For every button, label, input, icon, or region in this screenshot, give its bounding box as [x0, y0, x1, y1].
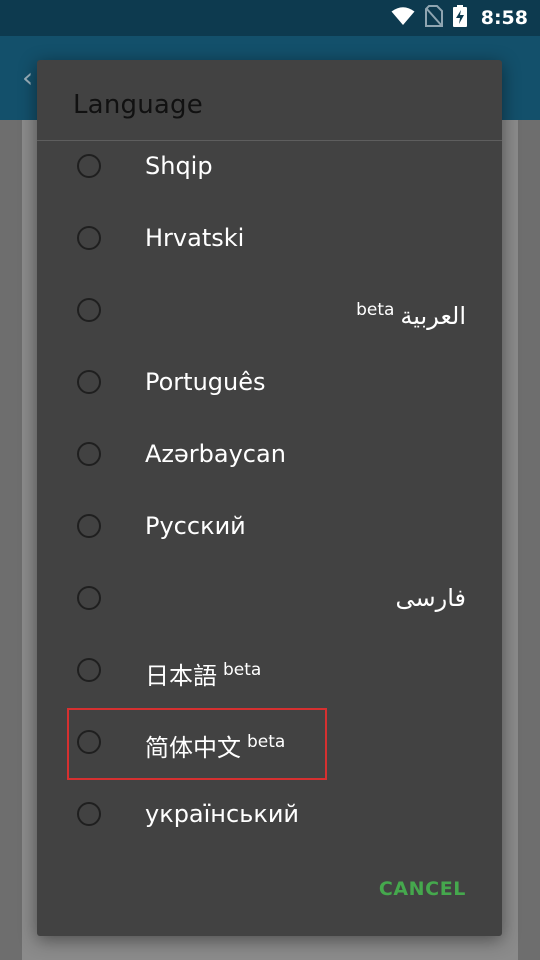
status-bar: 8:58 [0, 0, 540, 36]
radio-button[interactable] [77, 154, 101, 178]
language-option-label: 简体中文 beta [145, 732, 286, 762]
language-option-azerbaycan[interactable]: Azərbaycan [37, 420, 502, 492]
cancel-button[interactable]: CANCEL [379, 878, 466, 900]
wifi-icon [391, 6, 415, 30]
language-option-arabic[interactable]: beta العربية [37, 276, 502, 348]
radio-button[interactable] [77, 370, 101, 394]
radio-button[interactable] [77, 298, 101, 322]
language-options-list[interactable]: Shqip Hrvatski beta العربية Português Azə… [37, 132, 502, 852]
language-option-label: український [145, 800, 300, 828]
language-option-japanese[interactable]: 日本語 beta [37, 636, 502, 708]
language-option-russian[interactable]: Русский [37, 492, 502, 564]
language-option-farsi[interactable]: فارسی [37, 564, 502, 636]
dialog-title: Language [73, 90, 203, 120]
status-time: 8:58 [480, 7, 528, 29]
radio-button[interactable] [77, 586, 101, 610]
language-option-ukrainian[interactable]: український [37, 780, 502, 852]
language-option-label: Português [145, 368, 266, 396]
no-sim-icon [424, 5, 443, 31]
radio-button[interactable] [77, 514, 101, 538]
beta-tag: beta [223, 660, 262, 680]
battery-charging-icon [452, 5, 467, 31]
language-option-label: beta العربية [356, 300, 466, 330]
language-option-label: Azərbaycan [145, 440, 286, 468]
language-option-label: Shqip [145, 152, 213, 180]
language-option-label: 日本語 beta [145, 660, 262, 690]
language-dialog: Language Shqip Hrvatski beta العربية Port… [37, 60, 502, 936]
radio-button[interactable] [77, 802, 101, 826]
language-option-label: فارسی [395, 584, 467, 612]
language-option-simplified-chinese[interactable]: 简体中文 beta [37, 708, 502, 780]
radio-button[interactable] [77, 658, 101, 682]
radio-button[interactable] [77, 442, 101, 466]
radio-button[interactable] [77, 730, 101, 754]
language-option-label: Русский [145, 512, 246, 540]
language-option-label: Hrvatski [145, 224, 245, 252]
beta-tag: beta [356, 300, 395, 320]
language-option-portugues[interactable]: Português [37, 348, 502, 420]
language-option-hrvatski[interactable]: Hrvatski [37, 204, 502, 276]
radio-button[interactable] [77, 226, 101, 250]
beta-tag: beta [247, 732, 286, 752]
language-option-shqip[interactable]: Shqip [37, 132, 502, 204]
status-icons: 8:58 [391, 0, 528, 36]
